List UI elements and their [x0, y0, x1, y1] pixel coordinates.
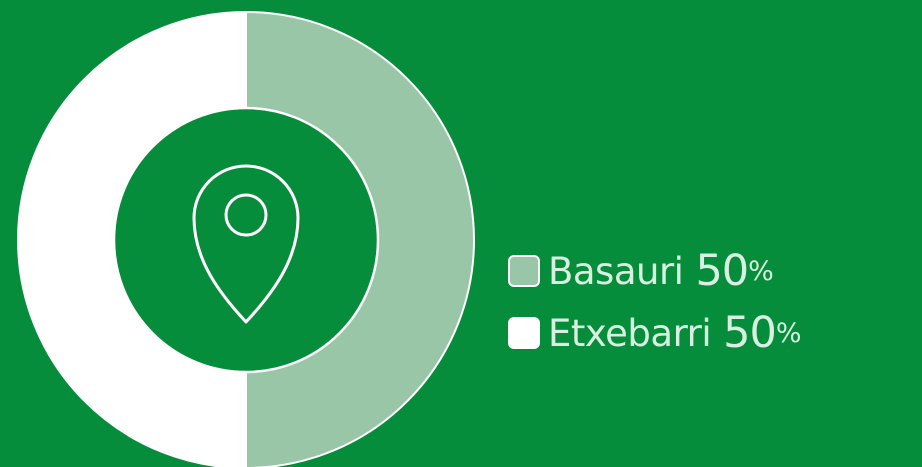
donut-chart [17, 10, 475, 467]
chart-legend: Basauri 50% Etxebarri 50% [508, 240, 802, 364]
legend-unit-etxebarri: % [775, 317, 802, 349]
legend-unit-basauri: % [748, 255, 774, 287]
legend-swatch-etxebarri [508, 317, 540, 349]
legend-item-etxebarri: Etxebarri 50% [508, 302, 802, 364]
donut-hole [112, 106, 380, 374]
legend-value-etxebarri: 50 [723, 308, 777, 358]
legend-value-basauri: 50 [695, 246, 749, 296]
chart-canvas: Basauri 50% Etxebarri 50% [0, 0, 922, 467]
legend-label-etxebarri: Etxebarri [548, 311, 712, 355]
legend-label-basauri: Basauri [548, 249, 684, 293]
legend-item-basauri: Basauri 50% [508, 240, 802, 302]
legend-swatch-basauri [508, 255, 540, 287]
